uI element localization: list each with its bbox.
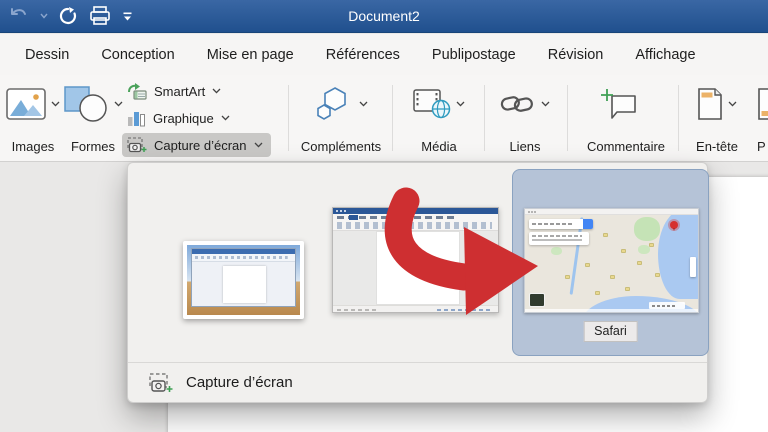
graphique-button[interactable]: Graphique [122, 106, 271, 130]
desktop-wallpaper [187, 245, 300, 315]
images-label: Images [11, 139, 55, 154]
smartart-label: SmartArt [154, 83, 206, 99]
thumbnail-word-on-desktop[interactable] [183, 241, 304, 319]
chevron-down-icon [212, 88, 221, 94]
ribbon-group-divider [392, 85, 393, 151]
chevron-down-icon [51, 101, 60, 107]
liens-icon [500, 96, 533, 112]
ribbon-tab-bar: Dessin Conception Mise en page Référence… [0, 34, 768, 75]
ribbon-group-divider [288, 85, 289, 151]
tab-dessin[interactable]: Dessin [25, 47, 69, 63]
title-bar: Document2 [0, 0, 768, 33]
safari-google-maps-preview [524, 208, 699, 313]
chevron-down-icon [456, 101, 465, 107]
liens-label: Liens [509, 139, 541, 154]
graphique-label: Graphique [153, 110, 214, 126]
map-park [634, 217, 660, 241]
capture-ecran-menu-label: Capture d’écran [186, 374, 293, 391]
chevron-down-icon [541, 101, 550, 107]
media-icon [413, 89, 451, 119]
formes-icon [64, 86, 107, 122]
tab-revision[interactable]: Révision [548, 47, 604, 63]
ribbon-group-divider [484, 85, 485, 151]
en-tete-button[interactable]: En-tête [684, 81, 750, 157]
window-thumbnails: Safari [128, 163, 709, 362]
maps-attribution-bar [525, 309, 698, 312]
smartart-button[interactable]: SmartArt [122, 79, 271, 103]
capture-ecran-button[interactable]: Capture d’écran [122, 133, 271, 157]
tab-references[interactable]: Références [326, 47, 400, 63]
thumbnail-safari-selected[interactable]: Safari [512, 169, 709, 356]
liens-button[interactable]: Liens [489, 81, 561, 157]
commentaire-label: Commentaire [586, 139, 666, 154]
window-title: Document2 [348, 8, 420, 24]
maps-scale-bar [649, 302, 685, 309]
formes-label: Formes [70, 139, 116, 154]
images-button[interactable]: Images [2, 81, 64, 157]
tab-affichage[interactable]: Affichage [635, 47, 695, 63]
graphique-icon [128, 111, 145, 126]
pied-de-page-button[interactable]: P [753, 81, 768, 157]
tab-conception[interactable]: Conception [101, 47, 174, 63]
chevron-down-icon [359, 101, 368, 107]
maps-search-button [583, 219, 593, 229]
formes-button[interactable]: Formes [62, 81, 124, 157]
maps-satellite-toggle [529, 293, 545, 307]
images-icon [6, 88, 46, 120]
capture-ecran-icon [127, 137, 147, 153]
maps-zoom-control [690, 257, 696, 277]
complements-icon [317, 87, 346, 120]
pied-de-page-icon [758, 88, 768, 120]
complements-button[interactable]: Compléments [292, 81, 390, 157]
commentaire-button[interactable]: Commentaire [578, 81, 674, 157]
capture-ecran-dropdown: Safari Capture d’écran [127, 162, 709, 403]
ribbon: Images Formes SmartArt Graphique Capture… [0, 75, 768, 162]
camera-capture-icon [149, 372, 173, 392]
tab-publipostage[interactable]: Publipostage [432, 47, 516, 63]
en-tete-icon [698, 88, 722, 120]
ribbon-group-divider [567, 85, 568, 151]
pied-de-page-label-partial: P [757, 139, 766, 154]
chevron-down-icon [254, 142, 262, 148]
word-application-window: Document2 Dessin Conception Mise en page… [0, 0, 768, 432]
maps-info-card [529, 232, 589, 245]
map-canvas [525, 215, 698, 312]
map-pin-icon [670, 221, 678, 231]
smartart-icon [128, 82, 147, 100]
thumbnail-word-document[interactable] [332, 207, 499, 313]
complements-label: Compléments [300, 139, 382, 154]
window-name-tooltip: Safari [583, 321, 638, 342]
capture-ecran-label: Capture d’écran [154, 137, 247, 153]
commentaire-icon [601, 89, 636, 119]
chevron-down-icon [728, 101, 737, 107]
media-button[interactable]: Média [400, 81, 478, 157]
chevron-down-icon [221, 115, 230, 121]
media-label: Média [421, 139, 457, 154]
map-park [551, 247, 562, 255]
en-tete-label: En-tête [696, 139, 738, 154]
maps-search-box [529, 219, 593, 229]
tab-mise-en-page[interactable]: Mise en page [207, 47, 294, 63]
ribbon-group-divider [678, 85, 679, 151]
word-window-mini [191, 248, 296, 307]
capture-ecran-menu-item[interactable]: Capture d’écran [128, 362, 707, 402]
